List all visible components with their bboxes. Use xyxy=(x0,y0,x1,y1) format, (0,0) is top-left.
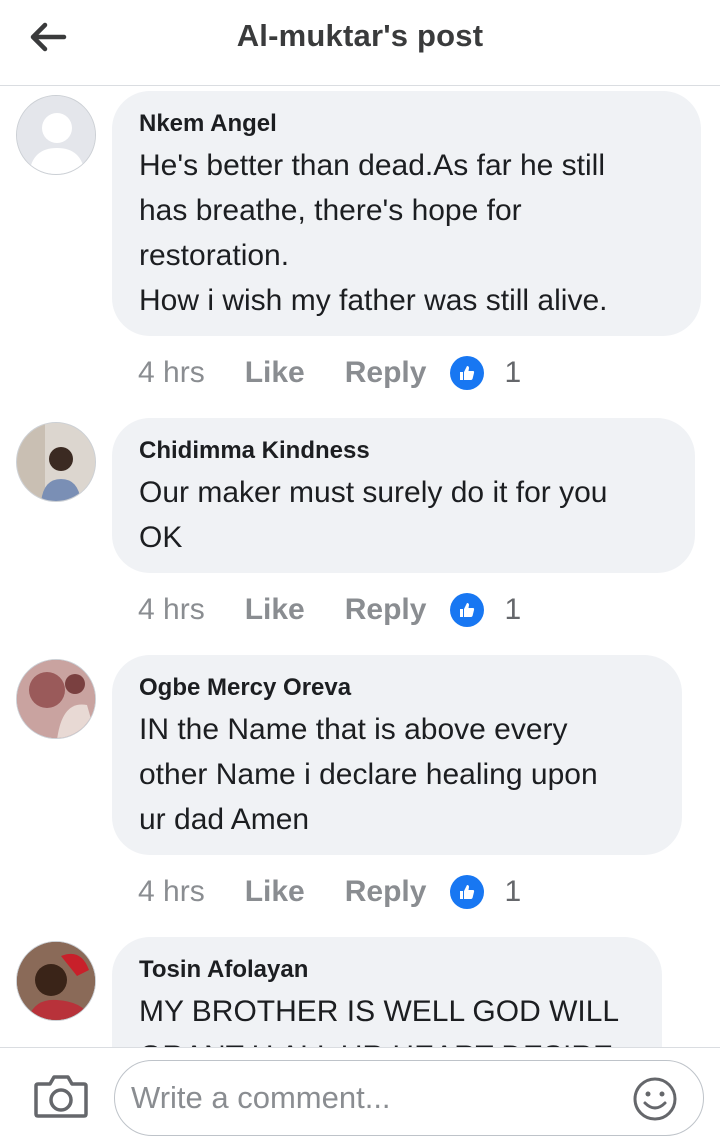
comment-line: OK xyxy=(139,521,183,554)
profile-photo-icon xyxy=(17,942,95,1020)
emoji-button[interactable] xyxy=(631,1075,679,1123)
comment-line: How i wish my father was still alive. xyxy=(139,284,608,317)
comment-line: IN the Name that is above every xyxy=(139,713,568,746)
comment-line: He's better than dead.As far he still xyxy=(139,149,605,182)
comment-timestamp[interactable]: 4 hrs xyxy=(138,875,205,909)
reply-button[interactable]: Reply xyxy=(345,875,427,909)
reaction-count[interactable]: 1 xyxy=(504,875,521,909)
camera-button[interactable] xyxy=(32,1072,90,1120)
comment-actions: 4 hrs Like Reply 1 xyxy=(138,872,521,912)
profile-photo-icon xyxy=(17,660,95,738)
comment-list[interactable]: Nkem Angel He's better than dead.As far … xyxy=(0,87,720,1047)
comment-timestamp[interactable]: 4 hrs xyxy=(138,593,205,627)
avatar-default[interactable] xyxy=(16,95,96,175)
profile-photo-icon xyxy=(17,423,95,501)
comment-text: He's better than dead.As far he still ha… xyxy=(139,143,675,323)
comment-line: Our maker must surely do it for you xyxy=(139,476,608,509)
comment-actions: 4 hrs Like Reply 1 xyxy=(138,353,521,393)
page-title: Al-muktar's post xyxy=(236,18,484,53)
reply-button[interactable]: Reply xyxy=(345,593,427,627)
comment-timestamp[interactable]: 4 hrs xyxy=(138,356,205,390)
comment-line: GRANT U ALL UR HEART DESIRE xyxy=(139,1034,636,1047)
comment-bubble[interactable]: Ogbe Mercy Oreva IN the Name that is abo… xyxy=(112,655,682,855)
comment-line: ur dad Amen xyxy=(139,803,310,836)
avatar[interactable] xyxy=(16,941,96,1021)
comment-line: other Name i declare healing upon xyxy=(139,758,598,791)
comment-text: MY BROTHER IS WELL GOD WILL GRANT U ALL … xyxy=(139,989,636,1047)
reply-button[interactable]: Reply xyxy=(345,356,427,390)
comment-author[interactable]: Tosin Afolayan xyxy=(139,955,636,985)
thumbs-up-icon[interactable] xyxy=(450,593,485,627)
comment-line: MY BROTHER IS WELL GOD WILL xyxy=(139,995,620,1028)
comment-actions: 4 hrs Like Reply 1 xyxy=(138,590,521,630)
comment-composer xyxy=(0,1047,720,1142)
camera-icon xyxy=(34,1075,88,1118)
avatar[interactable] xyxy=(16,422,96,502)
comment-bubble[interactable]: Tosin Afolayan MY BROTHER IS WELL GOD WI… xyxy=(112,937,662,1047)
thumbs-up-icon[interactable] xyxy=(450,356,485,390)
comment-bubble[interactable]: Chidimma Kindness Our maker must surely … xyxy=(112,418,695,573)
comment-line: has breathe, there's hope for xyxy=(139,194,522,227)
comment-author[interactable]: Nkem Angel xyxy=(139,109,675,139)
comment-text: Our maker must surely do it for you OK xyxy=(139,470,669,560)
comment-author[interactable]: Chidimma Kindness xyxy=(139,436,669,466)
top-bar: Al-muktar's post xyxy=(0,0,720,86)
comment-line: restoration. xyxy=(139,239,290,272)
smiley-icon xyxy=(633,1077,677,1121)
comment-text: IN the Name that is above every other Na… xyxy=(139,707,656,842)
comment-bubble[interactable]: Nkem Angel He's better than dead.As far … xyxy=(112,91,701,336)
like-button[interactable]: Like xyxy=(245,356,305,390)
comment-author[interactable]: Ogbe Mercy Oreva xyxy=(139,673,656,703)
like-button[interactable]: Like xyxy=(245,593,305,627)
comment-input[interactable] xyxy=(131,1061,621,1135)
reaction-count[interactable]: 1 xyxy=(504,593,521,627)
default-profile-icon xyxy=(17,96,95,174)
reaction-count[interactable]: 1 xyxy=(504,356,521,390)
like-button[interactable]: Like xyxy=(245,875,305,909)
avatar[interactable] xyxy=(16,659,96,739)
comment-input-box[interactable] xyxy=(114,1060,704,1136)
thumbs-up-icon[interactable] xyxy=(450,875,485,909)
